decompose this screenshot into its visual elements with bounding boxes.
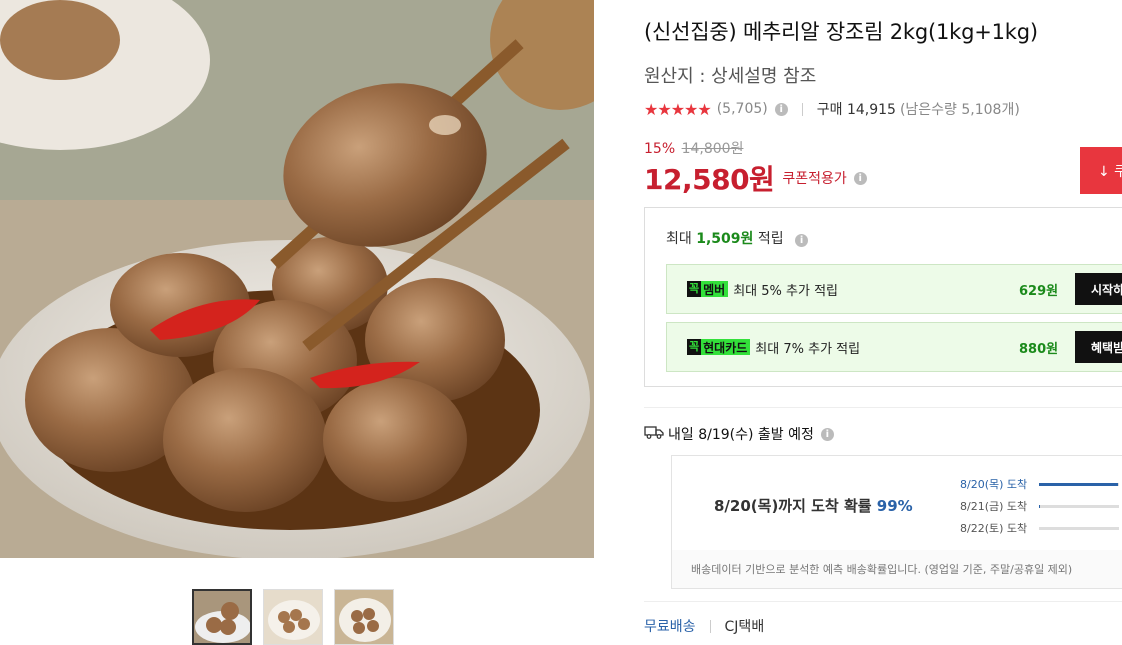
product-title: (신선집중) 메추리알 장조림 2kg(1kg+1kg) <box>644 20 1038 44</box>
truck-icon <box>644 425 664 443</box>
thumbnail-2[interactable] <box>263 589 323 645</box>
carrier-label: CJ택배 <box>724 619 765 635</box>
probability-percent: 99% <box>876 497 913 515</box>
divider <box>644 601 1122 602</box>
info-icon[interactable]: i <box>795 234 809 247</box>
thumbnail-list <box>192 589 394 645</box>
discount-row: 15% 14,800원 <box>644 138 743 158</box>
badge-mark: 꼭 <box>687 281 702 297</box>
probability-label: 8/20(목) 도착 <box>960 478 1028 491</box>
reward-suffix: 적립 <box>753 231 784 247</box>
badge-label: 멤버 <box>703 282 726 297</box>
divider <box>709 619 711 633</box>
delivery-row: 무료배송 CJ택배 <box>644 616 764 636</box>
departure-text: 내일 8/19(수) 출발 예정 <box>668 427 814 443</box>
benefit-text: 최대 5% 추가 적립 <box>733 283 838 299</box>
info-icon[interactable]: i <box>853 171 867 185</box>
coupon-price-label: 쿠폰적용가 <box>782 171 847 187</box>
coupon-download-button[interactable]: ↓ 쿠 <box>1080 147 1122 194</box>
discount-rate: 15% <box>644 141 676 157</box>
probability-bar <box>1039 504 1120 508</box>
probability-item: 8/20(목) 도착 <box>960 473 1120 495</box>
rating-count[interactable]: (5,705) <box>717 101 768 117</box>
benefit-text: 최대 7% 추가 적립 <box>755 341 861 357</box>
probability-label: 8/21(금) 도착 <box>960 500 1028 513</box>
product-origin: 원산지 : 상세설명 참조 <box>644 66 817 87</box>
badge-label: 현대카드 <box>703 340 748 355</box>
benefit-member: 꼭 멤버 최대 5% 추가 적립 629원 시작하 <box>666 264 1122 314</box>
thumbnail-1[interactable] <box>192 589 252 645</box>
remaining-stock: (남은수량 5,108개) <box>899 102 1020 118</box>
reward-amount: 1,509원 <box>696 231 754 247</box>
probability-text: 8/20(목)까지 도착 확률 <box>714 497 877 515</box>
divider <box>801 102 803 116</box>
info-icon[interactable]: i <box>774 102 788 116</box>
member-badge: 꼭 멤버 <box>687 281 729 297</box>
card-benefit-button[interactable]: 혜택받 <box>1075 331 1122 363</box>
probability-list: 8/20(목) 도착 8/21(금) 도착 8/22(토) 도착 <box>960 473 1120 539</box>
quail-egg-photo <box>0 0 594 558</box>
reward-prefix: 최대 <box>666 231 697 247</box>
badge-mark: 꼭 <box>687 339 702 355</box>
probability-item: 8/21(금) 도착 <box>960 495 1120 517</box>
original-price: 14,800원 <box>681 141 744 157</box>
shipping-row: 내일 8/19(수) 출발 예정 i <box>644 424 834 444</box>
probability-fill <box>1039 504 1040 508</box>
product-page: (신선집중) 메추리알 장조림 2kg(1kg+1kg) 원산지 : 상세설명 … <box>0 0 1122 645</box>
reward-summary: 최대 1,509원 적립 i <box>666 228 809 248</box>
member-start-button[interactable]: 시작하 <box>1075 273 1122 305</box>
card-badge: 꼭 현대카드 <box>687 339 751 355</box>
probability-label: 8/22(토) 도착 <box>960 522 1028 535</box>
arrival-probability-summary: 8/20(목)까지 도착 확률 99% <box>714 495 913 516</box>
arrival-probability-box: 8/20(목)까지 도착 확률 99% 8/20(목) 도착 8/21(금) 도… <box>671 455 1122 589</box>
benefit-hyundai-card: 꼭 현대카드 최대 7% 추가 적립 880원 혜택받 <box>666 322 1122 372</box>
reward-box: 최대 1,509원 적립 i 꼭 멤버 최대 5% 추가 적립 629원 시작하 … <box>644 207 1122 387</box>
divider <box>644 407 1122 408</box>
purchase-count: 구매 14,915 <box>816 102 896 118</box>
probability-fill <box>1039 482 1119 486</box>
thumbnail-3[interactable] <box>334 589 394 645</box>
main-product-image[interactable] <box>0 0 594 558</box>
rating-row: ★★★★★ (5,705) i 구매 14,915 (남은수량 5,108개) <box>644 99 1020 119</box>
free-shipping-label: 무료배송 <box>644 619 696 635</box>
benefit-amount: 629원 <box>1019 283 1059 299</box>
benefit-amount: 880원 <box>1019 341 1059 357</box>
probability-bar <box>1039 526 1120 530</box>
star-rating[interactable]: ★★★★★ <box>644 100 712 119</box>
probability-bar <box>1039 482 1120 486</box>
probability-note: 배송데이터 기반으로 분석한 예측 배송확률입니다. (영업일 기준, 주말/공… <box>691 563 1073 576</box>
sale-price: 12,580원 <box>644 163 775 196</box>
info-icon[interactable]: i <box>820 427 834 441</box>
price-row: 12,580원 쿠폰적용가 i <box>644 158 867 198</box>
probability-item: 8/22(토) 도착 <box>960 517 1120 539</box>
